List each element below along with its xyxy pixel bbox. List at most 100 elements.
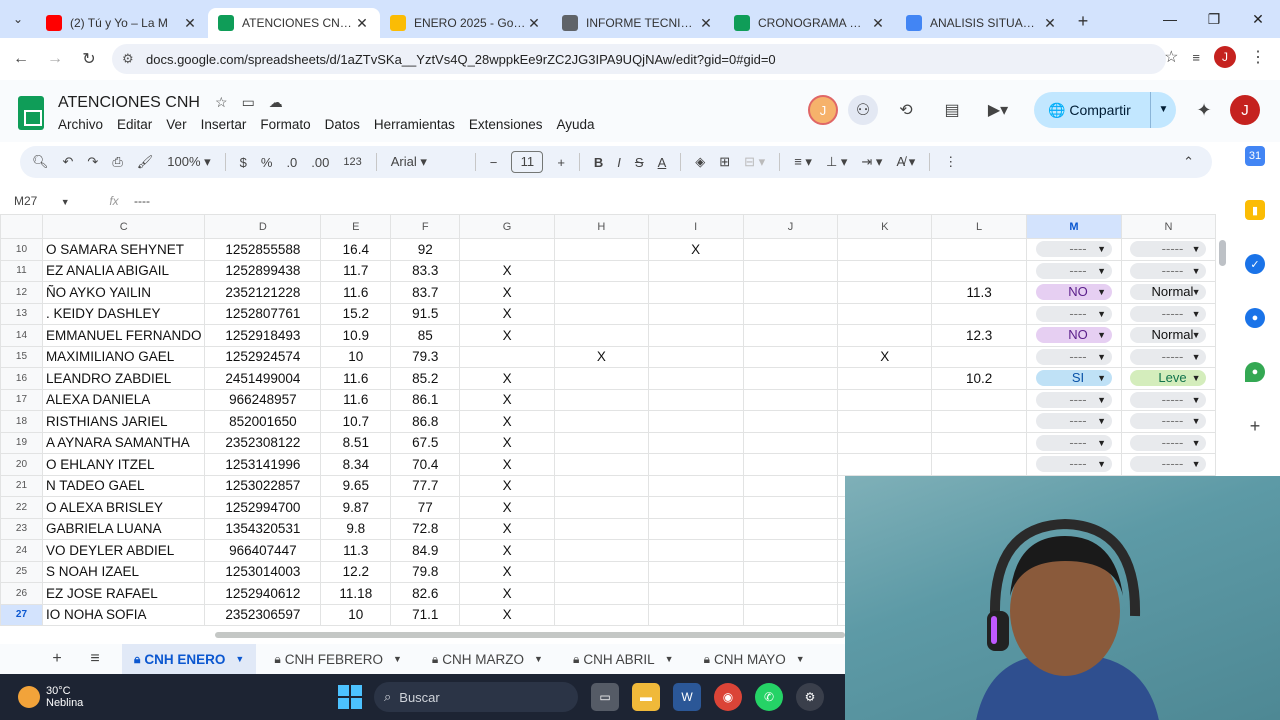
column-header-f[interactable]: F: [390, 214, 461, 239]
cell-f[interactable]: 79.3: [390, 345, 461, 368]
menu-datos[interactable]: Datos: [325, 117, 360, 132]
cell-c[interactable]: EMMANUEL FERNANDO: [41, 324, 206, 347]
calendar-icon[interactable]: 31: [1245, 146, 1265, 166]
row-header[interactable]: 22: [0, 496, 43, 519]
cell-c[interactable]: LEANDRO ZABDIEL: [41, 367, 206, 390]
dropdown-cell[interactable]: ----- ▼: [1120, 259, 1216, 282]
cell-h[interactable]: [553, 560, 649, 583]
cell-h[interactable]: [553, 410, 649, 433]
status-chip[interactable]: ----- ▼: [1130, 348, 1207, 365]
merge-cells-icon[interactable]: ⊟ ▾: [744, 154, 765, 170]
close-tab-icon[interactable]: ✕: [698, 15, 714, 32]
dropdown-cell[interactable]: ---- ▼: [1026, 388, 1122, 411]
status-chip[interactable]: ----- ▼: [1130, 305, 1207, 322]
cell-k[interactable]: [837, 238, 933, 261]
cell-d[interactable]: 1252924574: [204, 345, 322, 368]
cell-j[interactable]: [742, 281, 839, 304]
cell-d[interactable]: 1252940612: [204, 582, 322, 605]
chrome-icon[interactable]: ◉: [714, 683, 742, 711]
menu-formato[interactable]: Formato: [260, 117, 310, 132]
status-chip[interactable]: ---- ▼: [1035, 456, 1112, 473]
browser-tab[interactable]: (2) Tú y Yo – La M ✕: [36, 8, 208, 38]
cell-c[interactable]: . KEIDY DASHLEY: [41, 302, 206, 325]
collaborator-avatar[interactable]: J: [808, 95, 838, 125]
status-chip[interactable]: ---- ▼: [1035, 305, 1112, 322]
contacts-icon[interactable]: ●: [1245, 308, 1265, 328]
cell-e[interactable]: 11.6: [320, 388, 392, 411]
cell-j[interactable]: [742, 324, 839, 347]
cell-h[interactable]: [553, 324, 649, 347]
status-chip[interactable]: ---- ▼: [1035, 348, 1112, 365]
dropdown-cell[interactable]: ---- ▼: [1026, 345, 1122, 368]
cell-e[interactable]: 11.18: [320, 582, 392, 605]
cell-l[interactable]: 12.3: [931, 324, 1027, 347]
cell-g[interactable]: X: [459, 496, 555, 519]
dropdown-cell[interactable]: ----- ▼: [1120, 410, 1216, 433]
cell-g[interactable]: X: [459, 324, 555, 347]
task-view-icon[interactable]: ▭: [591, 683, 619, 711]
cell-g[interactable]: X: [459, 259, 555, 282]
close-tab-icon[interactable]: ✕: [354, 15, 370, 32]
column-header-k[interactable]: K: [837, 214, 933, 239]
cell-c[interactable]: O ALEXA BRISLEY: [41, 496, 206, 519]
cell-i[interactable]: [647, 603, 744, 626]
cell-k[interactable]: X: [837, 345, 933, 368]
cell-j[interactable]: [742, 238, 839, 261]
status-chip[interactable]: Normal ▼: [1130, 327, 1207, 344]
cell-j[interactable]: [742, 302, 839, 325]
cell-l[interactable]: 10.2: [931, 367, 1027, 390]
cell-l[interactable]: [931, 453, 1027, 476]
word-icon[interactable]: W: [673, 683, 701, 711]
version-history-icon[interactable]: ⟲: [888, 92, 924, 128]
chip-dropdown-icon[interactable]: ▼: [1192, 284, 1201, 300]
dropdown-cell[interactable]: ----- ▼: [1120, 345, 1216, 368]
cell-f[interactable]: 83.7: [390, 281, 461, 304]
row-header[interactable]: 26: [0, 582, 43, 605]
cell-g[interactable]: X: [459, 281, 555, 304]
share-button[interactable]: 🌐 Compartir ▼: [1034, 92, 1176, 128]
chip-dropdown-icon[interactable]: ▼: [1192, 435, 1201, 451]
sheet-tab[interactable]: 🔒︎ CNH ABRIL ▼: [561, 644, 686, 674]
cell-k[interactable]: [837, 281, 933, 304]
dropdown-cell[interactable]: NO ▼: [1026, 324, 1122, 347]
cell-e[interactable]: 11.3: [320, 539, 392, 562]
cell-f[interactable]: 70.4: [390, 453, 461, 476]
chip-dropdown-icon[interactable]: ▼: [1192, 263, 1201, 279]
chip-dropdown-icon[interactable]: ▼: [1097, 456, 1106, 472]
cell-g[interactable]: X: [459, 517, 555, 540]
decrease-decimal-button[interactable]: .0: [286, 155, 297, 170]
get-addons-icon[interactable]: +: [1245, 416, 1265, 436]
sheet-tab[interactable]: 🔒︎ CNH ENERO ▼: [122, 644, 257, 674]
cell-k[interactable]: [837, 431, 933, 454]
cell-l[interactable]: 11.3: [931, 281, 1027, 304]
cell-d[interactable]: 1252807761: [204, 302, 322, 325]
dropdown-cell[interactable]: ---- ▼: [1026, 259, 1122, 282]
cell-f[interactable]: 72.8: [390, 517, 461, 540]
cell-h[interactable]: [553, 302, 649, 325]
cell-j[interactable]: [742, 453, 839, 476]
chip-dropdown-icon[interactable]: ▼: [1192, 327, 1201, 343]
menu-ver[interactable]: Ver: [166, 117, 186, 132]
horizontal-scrollbar[interactable]: [215, 632, 845, 638]
search-menus-icon[interactable]: 🔍︎: [32, 154, 49, 170]
cell-e[interactable]: 10.9: [320, 324, 392, 347]
chip-dropdown-icon[interactable]: ▼: [1097, 241, 1106, 257]
close-tab-icon[interactable]: ✕: [1042, 15, 1058, 32]
cell-g[interactable]: [459, 345, 555, 368]
chip-dropdown-icon[interactable]: ▼: [1192, 241, 1201, 257]
chip-dropdown-icon[interactable]: ▼: [1097, 349, 1106, 365]
cell-f[interactable]: 92: [390, 238, 461, 261]
row-header[interactable]: 20: [0, 453, 43, 476]
cell-e[interactable]: 11.6: [320, 367, 392, 390]
cell-g[interactable]: X: [459, 302, 555, 325]
back-icon[interactable]: ←: [4, 50, 38, 68]
cell-i[interactable]: [647, 496, 744, 519]
cell-e[interactable]: 8.51: [320, 431, 392, 454]
cell-i[interactable]: [647, 324, 744, 347]
vertical-scrollbar[interactable]: [1219, 240, 1226, 266]
cell-g[interactable]: [459, 238, 555, 261]
cell-f[interactable]: 84.9: [390, 539, 461, 562]
whatsapp-icon[interactable]: ✆: [755, 683, 783, 711]
reload-icon[interactable]: ↻: [72, 49, 106, 69]
dropdown-cell[interactable]: ----- ▼: [1120, 453, 1216, 476]
